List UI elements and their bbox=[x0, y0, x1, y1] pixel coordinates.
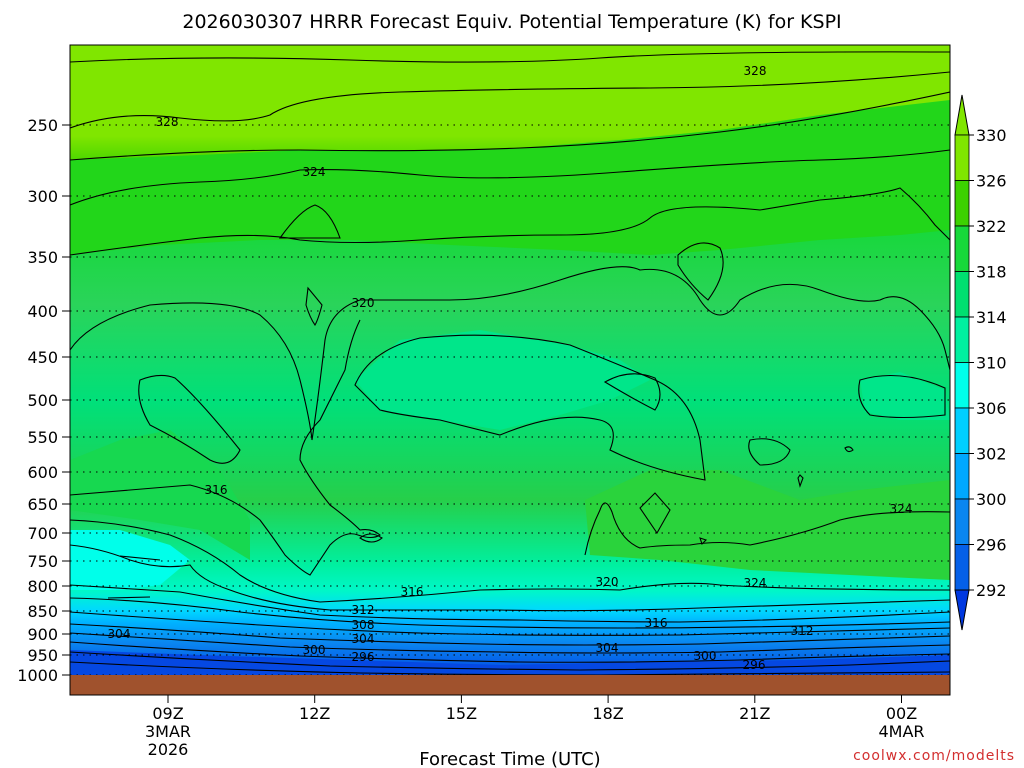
contour-label-316: 316 bbox=[205, 483, 228, 497]
contour-label-296: 296 bbox=[743, 658, 766, 672]
x-tick-label-24-0: 00Z bbox=[886, 704, 917, 723]
colorbar-label-322: 322 bbox=[976, 217, 1007, 236]
x-axis-label: Forecast Time (UTC) bbox=[419, 749, 600, 768]
contour-label-324: 324 bbox=[303, 165, 326, 179]
colorbar-label-300: 300 bbox=[976, 490, 1007, 509]
x-tick-label-21-0: 21Z bbox=[739, 704, 770, 723]
colorbar: 330 326 322 318 314 310 306 302 300 296 292 bbox=[954, 94, 1007, 631]
x-tick-label-9-2: 2026 bbox=[148, 740, 189, 759]
x-tick-label-12-0: 12Z bbox=[299, 704, 330, 723]
y-tick-label-550: 550 bbox=[27, 428, 58, 447]
colorbar-label-326: 326 bbox=[976, 172, 1007, 191]
site-credit: coolwx.com/modelts bbox=[853, 748, 1015, 764]
y-tick-label-750: 750 bbox=[27, 552, 58, 571]
chart-title: 2026030307 HRRR Forecast Equiv. Potentia… bbox=[182, 11, 841, 33]
colorbar-cap-bottom bbox=[954, 589, 970, 631]
contour-label-312: 312 bbox=[791, 624, 814, 638]
y-tick-label-350: 350 bbox=[27, 248, 58, 267]
y-tick-label-650: 650 bbox=[27, 495, 58, 514]
y-tick-label-950: 950 bbox=[27, 646, 58, 665]
colorbar-segment-8 bbox=[954, 498, 970, 545]
contour-label-308: 308 bbox=[352, 618, 375, 632]
contour-label-304: 304 bbox=[108, 627, 131, 641]
y-tick-label-300: 300 bbox=[27, 187, 58, 206]
colorbar-segment-5 bbox=[954, 362, 970, 409]
y-tick-label-400: 400 bbox=[27, 302, 58, 321]
colorbar-segment-7 bbox=[954, 453, 970, 500]
contour-label-320: 320 bbox=[352, 296, 375, 310]
contour-label-324: 324 bbox=[744, 576, 767, 590]
contour-label-324: 324 bbox=[890, 502, 913, 516]
colorbar-segment-4 bbox=[954, 316, 970, 363]
contour-label-320: 320 bbox=[596, 575, 619, 589]
colorbar-label-314: 314 bbox=[976, 308, 1007, 327]
y-tick-label-600: 600 bbox=[27, 463, 58, 482]
x-tick-label-9-1: 3MAR bbox=[145, 722, 191, 741]
y-tick-label-500: 500 bbox=[27, 391, 58, 410]
colorbar-segment-3 bbox=[954, 271, 970, 318]
contour-label-316: 316 bbox=[645, 616, 668, 630]
colorbar-label-306: 306 bbox=[976, 399, 1007, 418]
contour-label-304: 304 bbox=[596, 641, 619, 655]
x-tick-label-24-1: 4MAR bbox=[878, 722, 924, 741]
y-tick-label-1000: 1000 bbox=[17, 666, 58, 685]
x-tick-label-15-0: 15Z bbox=[446, 704, 477, 723]
colorbar-segment-9 bbox=[954, 544, 970, 591]
y-axis: 250 300 350 400 450 500 550 600 650 700 750 800 850 9… bbox=[17, 116, 70, 685]
x-tick-label-9-0: 09Z bbox=[152, 704, 183, 723]
colorbar-label-318: 318 bbox=[976, 263, 1007, 282]
colorbar-label-310: 310 bbox=[976, 354, 1007, 373]
y-tick-label-450: 450 bbox=[27, 348, 58, 367]
colorbar-segment-2 bbox=[954, 225, 970, 272]
chart: 2026030307 HRRR Forecast Equiv. Potentia… bbox=[17, 11, 1015, 768]
colorbar-segment-1 bbox=[954, 180, 970, 227]
contour-label-296: 296 bbox=[352, 650, 375, 664]
plot-area: 328328324324320320316316316312312308304 3… bbox=[70, 45, 950, 695]
ground-surface bbox=[70, 675, 950, 695]
contour-label-328: 328 bbox=[744, 64, 767, 78]
contour-label-316: 316 bbox=[401, 585, 424, 599]
y-tick-label-250: 250 bbox=[27, 116, 58, 135]
x-tick-label-18-0: 18Z bbox=[592, 704, 623, 723]
contour-label-328: 328 bbox=[156, 115, 179, 129]
colorbar-label-330: 330 bbox=[976, 126, 1007, 145]
y-tick-label-850: 850 bbox=[27, 602, 58, 621]
colorbar-segment-6 bbox=[954, 407, 970, 454]
colorbar-label-302: 302 bbox=[976, 445, 1007, 464]
y-tick-label-900: 900 bbox=[27, 625, 58, 644]
colorbar-label-292: 292 bbox=[976, 581, 1007, 600]
contour-label-304: 304 bbox=[352, 632, 375, 646]
y-tick-label-800: 800 bbox=[27, 577, 58, 596]
colorbar-cap-top bbox=[954, 94, 970, 136]
colorbar-label-296: 296 bbox=[976, 536, 1007, 555]
colorbar-segment-0 bbox=[954, 134, 970, 181]
contour-label-312: 312 bbox=[352, 603, 375, 617]
contour-label-300: 300 bbox=[303, 643, 326, 657]
contour-label-300: 300 bbox=[694, 649, 717, 663]
y-tick-label-700: 700 bbox=[27, 524, 58, 543]
